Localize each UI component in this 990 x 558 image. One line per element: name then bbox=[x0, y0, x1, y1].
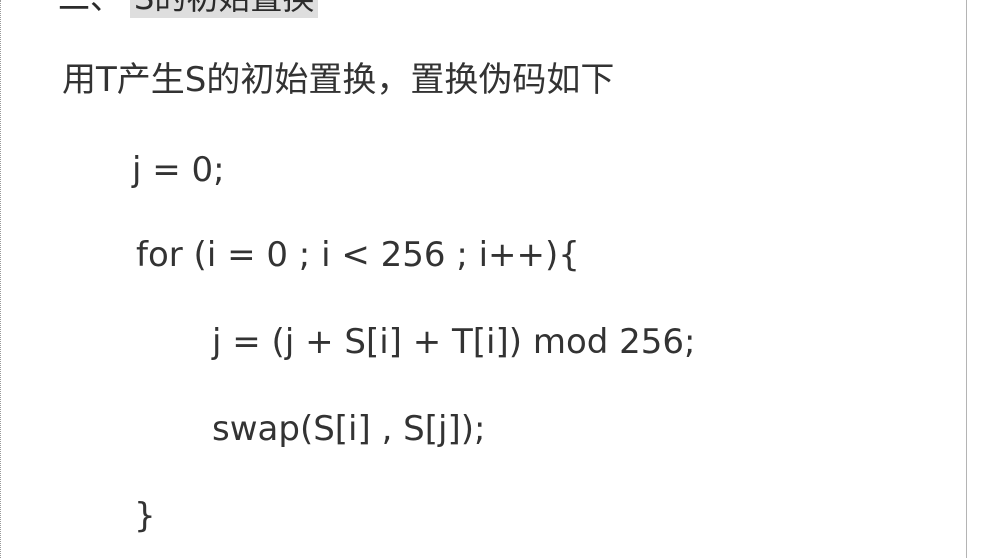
document-page: 二、 S的初始置换 用T产生S的初始置换，置换伪码如下 j = 0; for (… bbox=[0, 0, 990, 558]
pseudocode-line-update-j: j = (j + S[i] + T[i]) mod 256; bbox=[212, 322, 696, 362]
section-title-highlight: S的初始置换 bbox=[130, 0, 319, 18]
page-left-dotted-border bbox=[0, 0, 2, 558]
section-heading: 二、 S的初始置换 bbox=[58, 0, 319, 18]
intro-paragraph: 用T产生S的初始置换，置换伪码如下 bbox=[62, 60, 615, 100]
pseudocode-line-close-brace: } bbox=[134, 496, 156, 536]
page-right-border bbox=[966, 0, 967, 558]
pseudocode-line-init-j: j = 0; bbox=[132, 150, 225, 190]
section-number: 二、 bbox=[58, 0, 122, 18]
pseudocode-line-for-loop: for (i = 0 ; i < 256 ; i++){ bbox=[136, 235, 580, 275]
pseudocode-line-swap: swap(S[i] , S[j]); bbox=[212, 409, 486, 449]
